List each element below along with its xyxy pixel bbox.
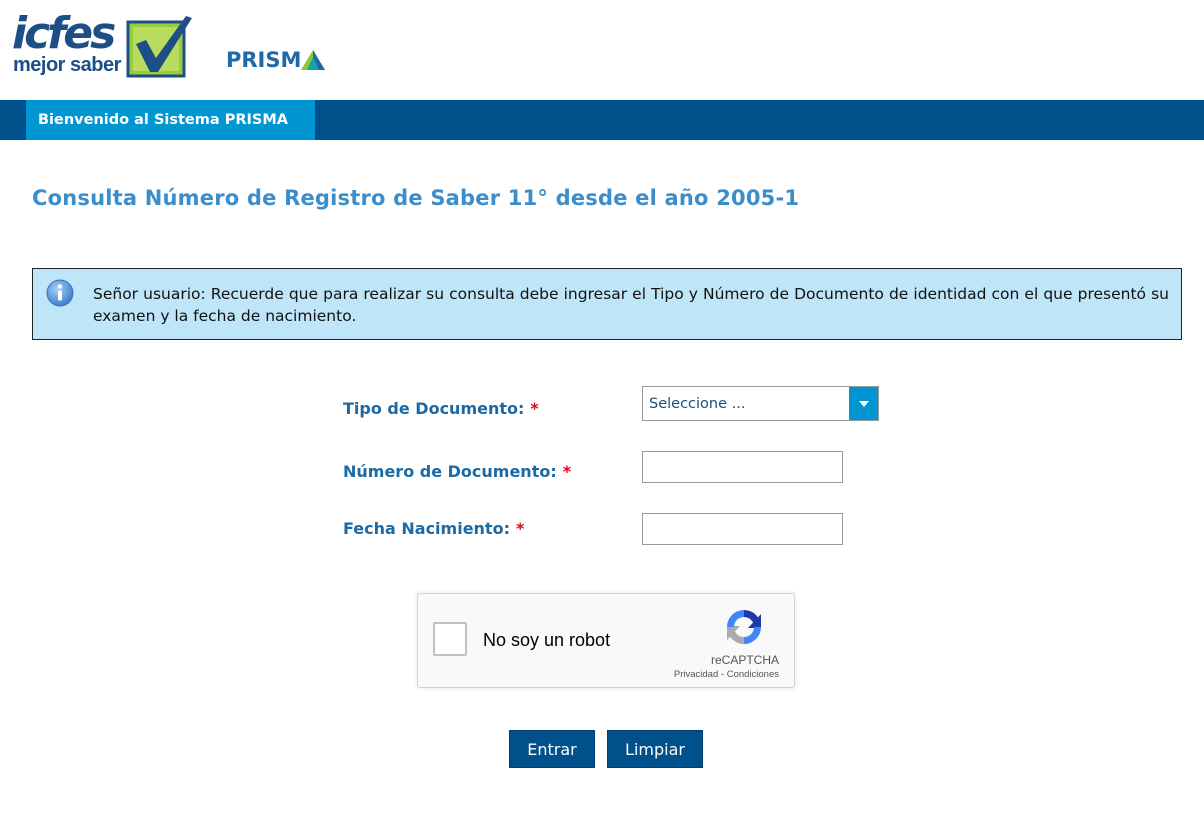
caret-down-icon <box>858 400 869 407</box>
checkmark-logo-icon <box>126 16 192 78</box>
dropdown-button[interactable] <box>849 387 878 420</box>
doc-type-select[interactable]: Seleccione ... <box>642 386 879 421</box>
doc-number-input[interactable] <box>642 451 843 483</box>
recaptcha-links: Privacidad - Condiciones <box>674 669 779 680</box>
required-mark: * <box>515 519 525 538</box>
submit-button[interactable]: Entrar <box>509 730 595 768</box>
icfes-logo-tagline: mejor saber <box>13 54 121 76</box>
prisma-logo[interactable]: PRISM <box>226 46 326 74</box>
doc-type-label: Tipo de Documento: * <box>343 399 539 418</box>
clear-button[interactable]: Limpiar <box>607 730 703 768</box>
doc-number-label: Número de Documento: * <box>343 462 571 481</box>
recaptcha-logo-icon <box>727 610 761 644</box>
birth-date-input[interactable] <box>642 513 843 545</box>
recaptcha-links-separator: - <box>718 669 727 680</box>
header: icfes mejor saber PRISM <box>0 0 1204 100</box>
tab-welcome[interactable]: Bienvenido al Sistema PRISMA <box>26 100 315 140</box>
nav-bar: Bienvenido al Sistema PRISMA <box>0 100 1204 140</box>
recaptcha-brand: reCAPTCHA <box>710 653 779 667</box>
prisma-logo-text: PRISM <box>226 48 302 72</box>
required-mark: * <box>530 399 539 418</box>
icfes-logo-word: icfes <box>12 8 116 59</box>
info-icon <box>46 279 74 307</box>
info-message-text: Señor usuario: Recuerde que para realiza… <box>93 285 1169 325</box>
icfes-logo[interactable]: icfes mejor saber <box>12 10 197 80</box>
info-message-box: Señor usuario: Recuerde que para realiza… <box>32 268 1182 340</box>
required-mark: * <box>562 462 572 481</box>
doc-type-selected-value: Seleccione ... <box>649 396 746 412</box>
prisma-triangle-icon <box>301 50 326 70</box>
recaptcha-checkbox[interactable] <box>433 622 467 656</box>
recaptcha-widget: No soy un robot reCAPTCHA Privacidad - C… <box>417 593 795 688</box>
birth-date-label-text: Fecha Nacimiento: <box>343 519 510 538</box>
birth-date-label: Fecha Nacimiento: * <box>343 519 524 538</box>
doc-number-label-text: Número de Documento: <box>343 462 557 481</box>
recaptcha-terms-link[interactable]: Condiciones <box>727 669 779 680</box>
recaptcha-privacy-link[interactable]: Privacidad <box>674 669 718 680</box>
page-title: Consulta Número de Registro de Saber 11°… <box>32 186 800 210</box>
recaptcha-label: No soy un robot <box>483 630 611 650</box>
doc-type-label-text: Tipo de Documento: <box>343 399 525 418</box>
